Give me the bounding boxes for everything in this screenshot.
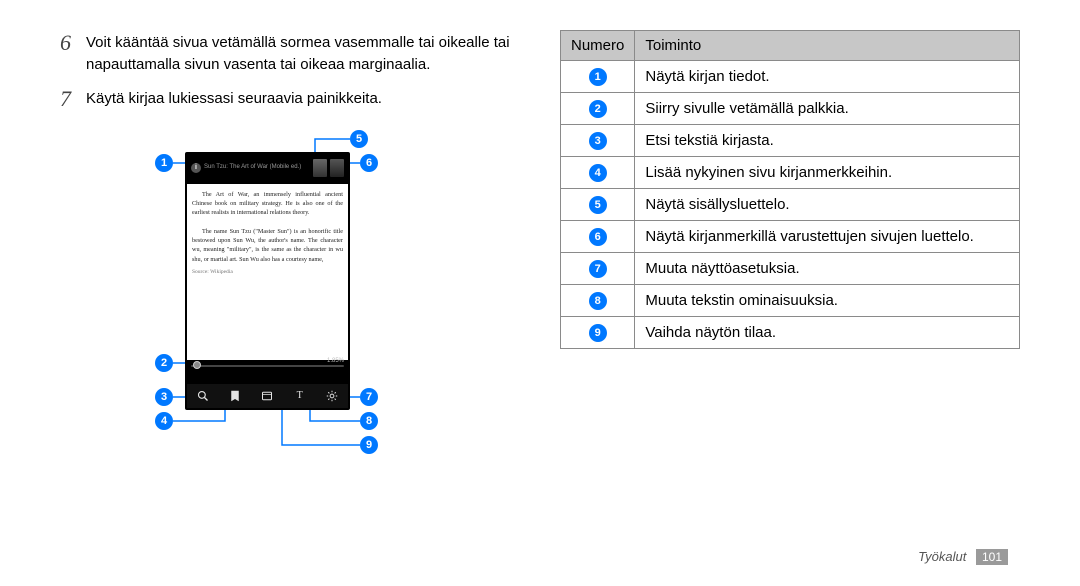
- search-icon[interactable]: [197, 390, 209, 402]
- table-row: 7 Muuta näyttöasetuksia.: [561, 253, 1020, 285]
- row-desc-9: Vaihda näytön tilaa.: [635, 317, 1020, 349]
- page-footer: Työkalut 101: [918, 549, 1008, 564]
- display-mode-icon[interactable]: [261, 390, 273, 402]
- row-desc-6: Näytä kirjanmerkillä varustettujen sivuj…: [635, 221, 1020, 253]
- page-number: 101: [976, 549, 1008, 565]
- table-row: 9 Vaihda näytön tilaa.: [561, 317, 1020, 349]
- row-badge-6: 6: [589, 228, 607, 246]
- gear-icon[interactable]: [326, 390, 338, 402]
- functions-table: Numero Toiminto 1 Näytä kirjan tiedot. 2…: [560, 30, 1020, 349]
- table-header-number: Numero: [561, 31, 635, 61]
- row-desc-4: Lisää nykyinen sivu kirjanmerkkeihin.: [635, 157, 1020, 189]
- row-badge-5: 5: [589, 196, 607, 214]
- book-page-content: The Art of War, an immensely influential…: [187, 184, 348, 360]
- row-badge-9: 9: [589, 324, 607, 342]
- step-number-6: 6: [60, 30, 78, 76]
- row-badge-8: 8: [589, 292, 607, 310]
- row-badge-1: 1: [589, 68, 607, 86]
- callout-4: 4: [155, 412, 173, 430]
- row-desc-3: Etsi tekstiä kirjasta.: [635, 125, 1020, 157]
- callout-8: 8: [360, 412, 378, 430]
- table-header-function: Toiminto: [635, 31, 1020, 61]
- reader-diagram: 1 2 3 4 5 6 7 8 9 i Sun Tzu: The Art of …: [60, 122, 460, 457]
- callout-6: 6: [360, 154, 378, 172]
- row-badge-2: 2: [589, 100, 607, 118]
- step-text-6: Voit kääntää sivua vetämällä sormea vase…: [86, 30, 520, 76]
- step-number-7: 7: [60, 86, 78, 112]
- table-row: 5 Näytä sisällysluettelo.: [561, 189, 1020, 221]
- table-row: 1 Näytä kirjan tiedot.: [561, 61, 1020, 93]
- section-name: Työkalut: [918, 549, 966, 564]
- book-title: Sun Tzu: The Art of War (Mobile ed.): [201, 164, 313, 171]
- row-badge-3: 3: [589, 132, 607, 150]
- row-desc-7: Muuta näyttöasetuksia.: [635, 253, 1020, 285]
- row-desc-8: Muuta tekstin ominaisuuksia.: [635, 285, 1020, 317]
- table-row: 3 Etsi tekstiä kirjasta.: [561, 125, 1020, 157]
- callout-9: 9: [360, 436, 378, 454]
- page-slider[interactable]: 1.85%: [191, 360, 344, 372]
- table-row: 8 Muuta tekstin ominaisuuksia.: [561, 285, 1020, 317]
- step-text-7: Käytä kirjaa lukiessasi seuraavia painik…: [86, 86, 382, 112]
- callout-1: 1: [155, 154, 173, 172]
- table-row: 2 Siirry sivulle vetämällä palkkia.: [561, 93, 1020, 125]
- callout-7: 7: [360, 388, 378, 406]
- row-badge-4: 4: [589, 164, 607, 182]
- progress-percent: 1.85%: [327, 358, 344, 364]
- row-desc-2: Siirry sivulle vetämällä palkkia.: [635, 93, 1020, 125]
- info-icon[interactable]: i: [191, 163, 201, 173]
- row-badge-7: 7: [589, 260, 607, 278]
- table-row: 6 Näytä kirjanmerkillä varustettujen siv…: [561, 221, 1020, 253]
- bookmark-icon[interactable]: [229, 390, 241, 402]
- callout-5: 5: [350, 130, 368, 148]
- ebook-reader-screen: i Sun Tzu: The Art of War (Mobile ed.) T…: [185, 152, 350, 410]
- row-desc-5: Näytä sisällysluettelo.: [635, 189, 1020, 221]
- toc-icon[interactable]: [313, 159, 327, 177]
- table-row: 4 Lisää nykyinen sivu kirjanmerkkeihin.: [561, 157, 1020, 189]
- callout-3: 3: [155, 388, 173, 406]
- row-desc-1: Näytä kirjan tiedot.: [635, 61, 1020, 93]
- text-settings-icon[interactable]: T: [294, 390, 306, 402]
- callout-2: 2: [155, 354, 173, 372]
- bookmarks-list-icon[interactable]: [330, 159, 344, 177]
